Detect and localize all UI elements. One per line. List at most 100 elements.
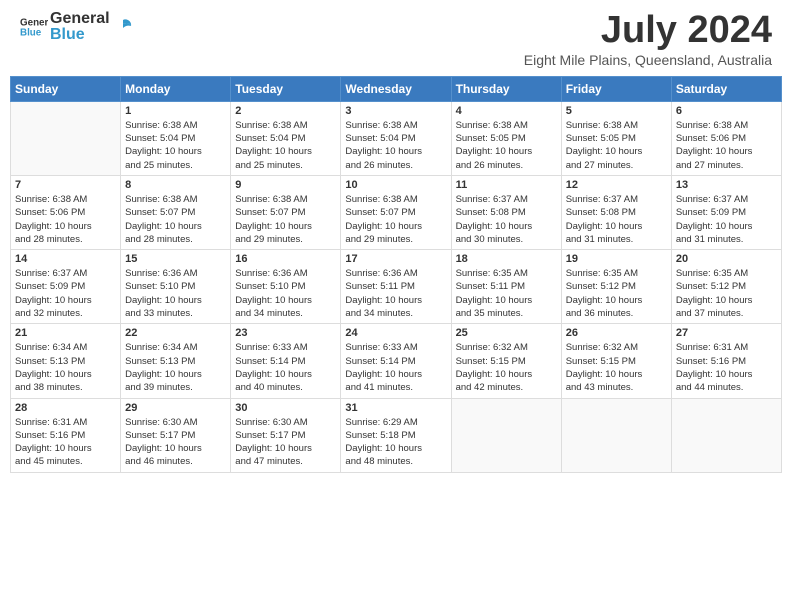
calendar-cell: 14Sunrise: 6:37 AMSunset: 5:09 PMDayligh… (11, 250, 121, 324)
day-info: Sunrise: 6:33 AMSunset: 5:14 PMDaylight:… (235, 341, 336, 394)
day-number: 17 (345, 253, 446, 265)
day-number: 2 (235, 105, 336, 117)
day-info: Sunrise: 6:31 AMSunset: 5:16 PMDaylight:… (676, 341, 777, 394)
day-info: Sunrise: 6:36 AMSunset: 5:11 PMDaylight:… (345, 267, 446, 320)
calendar-cell: 16Sunrise: 6:36 AMSunset: 5:10 PMDayligh… (231, 250, 341, 324)
calendar-cell: 1 Sunrise: 6:38 AMSunset: 5:04 PMDaylight… (121, 101, 231, 175)
calendar-cell: 23 Sunrise: 6:33 AMSunset: 5:14 PMDayligh… (231, 324, 341, 398)
logo-bird-icon (112, 16, 134, 38)
column-header-monday: Monday (121, 76, 231, 101)
main-title: July 2024 (524, 10, 772, 52)
day-number: 29 (125, 402, 226, 414)
day-info: Sunrise: 6:38 AMSunset: 5:05 PMDaylight:… (456, 119, 557, 172)
page-header: General Blue General Blue July 2024 Eigh… (10, 10, 782, 68)
day-number: 15 (125, 253, 226, 265)
day-info: Sunrise: 6:37 AMSunset: 5:08 PMDaylight:… (456, 193, 557, 246)
column-header-tuesday: Tuesday (231, 76, 341, 101)
calendar-cell: 29Sunrise: 6:30 AMSunset: 5:17 PMDayligh… (121, 398, 231, 472)
day-number: 28 (15, 402, 116, 414)
calendar-cell: 7Sunrise: 6:38 AMSunset: 5:06 PMDaylight… (11, 175, 121, 249)
title-block: July 2024 Eight Mile Plains, Queensland,… (524, 10, 772, 68)
day-number: 20 (676, 253, 777, 265)
day-info: Sunrise: 6:35 AMSunset: 5:12 PMDaylight:… (566, 267, 667, 320)
calendar-cell: 27 Sunrise: 6:31 AMSunset: 5:16 PMDayligh… (671, 324, 781, 398)
day-number: 9 (235, 179, 336, 191)
day-info: Sunrise: 6:34 AMSunset: 5:13 PMDaylight:… (15, 341, 116, 394)
calendar-cell: 25 Sunrise: 6:32 AMSunset: 5:15 PMDayligh… (451, 324, 561, 398)
calendar-cell: 26Sunrise: 6:32 AMSunset: 5:15 PMDayligh… (561, 324, 671, 398)
calendar-header-row: SundayMondayTuesdayWednesdayThursdayFrid… (11, 76, 782, 101)
day-number: 10 (345, 179, 446, 191)
calendar-cell: 10Sunrise: 6:38 AMSunset: 5:07 PMDayligh… (341, 175, 451, 249)
day-info: Sunrise: 6:36 AMSunset: 5:10 PMDaylight:… (125, 267, 226, 320)
day-info: Sunrise: 6:38 AMSunset: 5:04 PMDaylight:… (125, 119, 226, 172)
logo-text-general: General (50, 10, 110, 28)
calendar-table: SundayMondayTuesdayWednesdayThursdayFrid… (10, 76, 782, 473)
calendar-cell: 17 Sunrise: 6:36 AMSunset: 5:11 PMDayligh… (341, 250, 451, 324)
day-info: Sunrise: 6:33 AMSunset: 5:14 PMDaylight:… (345, 341, 446, 394)
column-header-saturday: Saturday (671, 76, 781, 101)
column-header-friday: Friday (561, 76, 671, 101)
day-info: Sunrise: 6:34 AMSunset: 5:13 PMDaylight:… (125, 341, 226, 394)
day-number: 1 (125, 105, 226, 117)
calendar-cell (561, 398, 671, 472)
day-number: 6 (676, 105, 777, 117)
day-number: 5 (566, 105, 667, 117)
day-info: Sunrise: 6:38 AMSunset: 5:06 PMDaylight:… (676, 119, 777, 172)
day-number: 11 (456, 179, 557, 191)
logo: General Blue General Blue (20, 10, 134, 43)
calendar-cell: 13Sunrise: 6:37 AMSunset: 5:09 PMDayligh… (671, 175, 781, 249)
calendar-cell (451, 398, 561, 472)
calendar-cell: 19 Sunrise: 6:35 AMSunset: 5:12 PMDayligh… (561, 250, 671, 324)
day-number: 12 (566, 179, 667, 191)
day-number: 22 (125, 327, 226, 339)
day-info: Sunrise: 6:30 AMSunset: 5:17 PMDaylight:… (235, 416, 336, 469)
day-number: 24 (345, 327, 446, 339)
calendar-cell: 20Sunrise: 6:35 AMSunset: 5:12 PMDayligh… (671, 250, 781, 324)
day-info: Sunrise: 6:31 AMSunset: 5:16 PMDaylight:… (15, 416, 116, 469)
column-header-wednesday: Wednesday (341, 76, 451, 101)
calendar-cell: 30 Sunrise: 6:30 AMSunset: 5:17 PMDayligh… (231, 398, 341, 472)
calendar-cell: 3Sunrise: 6:38 AMSunset: 5:04 PMDaylight… (341, 101, 451, 175)
day-info: Sunrise: 6:36 AMSunset: 5:10 PMDaylight:… (235, 267, 336, 320)
day-number: 18 (456, 253, 557, 265)
calendar-week-row: 21 Sunrise: 6:34 AMSunset: 5:13 PMDayligh… (11, 324, 782, 398)
day-number: 19 (566, 253, 667, 265)
day-number: 13 (676, 179, 777, 191)
calendar-cell: 5 Sunrise: 6:38 AMSunset: 5:05 PMDaylight… (561, 101, 671, 175)
calendar-cell: 8Sunrise: 6:38 AMSunset: 5:07 PMDaylight… (121, 175, 231, 249)
day-number: 14 (15, 253, 116, 265)
calendar-cell: 4 Sunrise: 6:38 AMSunset: 5:05 PMDaylight… (451, 101, 561, 175)
calendar-cell: 28 Sunrise: 6:31 AMSunset: 5:16 PMDayligh… (11, 398, 121, 472)
day-info: Sunrise: 6:38 AMSunset: 5:05 PMDaylight:… (566, 119, 667, 172)
day-number: 30 (235, 402, 336, 414)
day-info: Sunrise: 6:32 AMSunset: 5:15 PMDaylight:… (566, 341, 667, 394)
day-number: 31 (345, 402, 446, 414)
day-info: Sunrise: 6:29 AMSunset: 5:18 PMDaylight:… (345, 416, 446, 469)
calendar-cell: 6 Sunrise: 6:38 AMSunset: 5:06 PMDaylight… (671, 101, 781, 175)
calendar-cell: 22 Sunrise: 6:34 AMSunset: 5:13 PMDayligh… (121, 324, 231, 398)
calendar-cell: 9 Sunrise: 6:38 AMSunset: 5:07 PMDaylight… (231, 175, 341, 249)
calendar-week-row: 1 Sunrise: 6:38 AMSunset: 5:04 PMDaylight… (11, 101, 782, 175)
day-info: Sunrise: 6:38 AMSunset: 5:07 PMDaylight:… (125, 193, 226, 246)
calendar-cell: 18Sunrise: 6:35 AMSunset: 5:11 PMDayligh… (451, 250, 561, 324)
day-number: 25 (456, 327, 557, 339)
day-number: 3 (345, 105, 446, 117)
day-number: 27 (676, 327, 777, 339)
day-number: 4 (456, 105, 557, 117)
calendar-cell: 21 Sunrise: 6:34 AMSunset: 5:13 PMDayligh… (11, 324, 121, 398)
day-info: Sunrise: 6:32 AMSunset: 5:15 PMDaylight:… (456, 341, 557, 394)
calendar-cell (671, 398, 781, 472)
logo-icon: General Blue (20, 13, 48, 41)
column-header-sunday: Sunday (11, 76, 121, 101)
svg-text:Blue: Blue (20, 27, 42, 38)
day-number: 23 (235, 327, 336, 339)
calendar-cell: 11 Sunrise: 6:37 AMSunset: 5:08 PMDayligh… (451, 175, 561, 249)
calendar-cell (11, 101, 121, 175)
day-number: 21 (15, 327, 116, 339)
logo-text-blue: Blue (50, 26, 110, 44)
calendar-cell: 2Sunrise: 6:38 AMSunset: 5:04 PMDaylight… (231, 101, 341, 175)
day-info: Sunrise: 6:38 AMSunset: 5:07 PMDaylight:… (235, 193, 336, 246)
calendar-cell: 15 Sunrise: 6:36 AMSunset: 5:10 PMDayligh… (121, 250, 231, 324)
calendar-cell: 24 Sunrise: 6:33 AMSunset: 5:14 PMDayligh… (341, 324, 451, 398)
